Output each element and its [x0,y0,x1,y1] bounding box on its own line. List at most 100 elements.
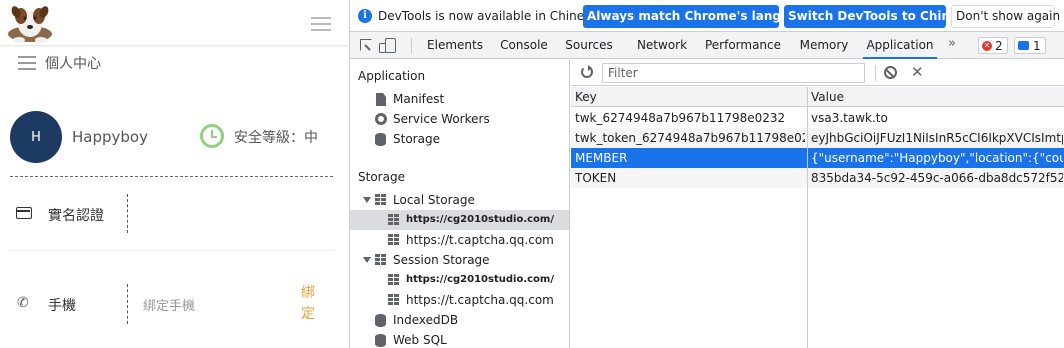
phone-input[interactable]: 綁定手機 [143,295,195,314]
clear-all-icon[interactable] [884,66,897,79]
column-header-value[interactable]: Value [811,87,1063,106]
language-infobar: i DevTools is now available in Chinese! … [350,0,1064,32]
menu-title: 個人中心 [45,56,101,72]
document-icon [376,93,386,106]
table-icon [388,214,400,225]
divider [411,38,412,54]
table-icon [388,234,400,245]
expand-arrow-icon[interactable] [363,257,371,263]
table-row[interactable]: twk_token_6274948a7b967b11798e0232 eyJhb… [571,128,1064,148]
tab-elements[interactable]: Elements [422,32,488,59]
devtools-panel: i DevTools is now available in Chinese! … [350,0,1064,348]
error-icon: ✕ [982,40,992,51]
table-icon [388,294,400,305]
table-icon [375,254,387,265]
table-row[interactable]: TOKEN 835bda34-5c92-459c-a066-dba8dc572f… [571,168,1064,188]
database-icon [375,314,386,327]
sidebar-item-session-origin[interactable]: https://cg2010studio.com/ [350,270,569,290]
tab-network[interactable]: Network [633,32,691,59]
sidebar-item-label: Service Workers [393,112,490,126]
identity-verification-row[interactable]: 實名認證 [10,192,333,234]
divider [10,176,333,177]
sidebar-item-manifest[interactable]: Manifest [350,89,569,109]
sidebar-item-session-storage[interactable]: Session Storage [350,250,569,270]
sidebar-item-local-origin[interactable]: https://cg2010studio.com/ [350,210,569,230]
sidebar-item-local-storage[interactable]: Local Storage [350,190,569,210]
sidebar-item-websql[interactable]: Web SQL [350,330,569,348]
sidebar-item-label: Manifest [393,92,445,106]
sidebar-item-label: https://cg2010studio.com/ [406,274,554,285]
sidebar-item-label: Storage [393,132,440,146]
expand-arrow-icon[interactable] [363,197,371,203]
profile-section: H Happyboy 安全等級：中 [10,111,340,163]
device-toolbar-icon[interactable] [379,38,396,53]
security-level: 安全等級：中 [234,130,318,146]
inspect-element-icon[interactable] [360,39,372,51]
dont-show-again-button[interactable]: Don't show again [951,5,1060,28]
sidebar-item-label: Session Storage [393,253,490,267]
row-key: TOKEN [575,171,617,185]
clock-icon [200,124,224,148]
message-icon [1018,41,1029,50]
personal-center-menu[interactable]: 個人中心 [18,55,101,72]
column-divider[interactable] [807,87,808,348]
phone-icon: ✆ [17,295,29,311]
username: Happyboy [72,128,148,146]
application-sidebar: Application Manifest Service Workers Sto… [350,60,570,348]
table-icon [388,274,400,285]
tab-memory[interactable]: Memory [796,32,852,59]
sidebar-item-label: https://t.captcha.qq.com [406,293,554,307]
table-icon [375,194,387,205]
database-icon [375,334,386,347]
message-count: 1 [1033,38,1041,53]
tab-application[interactable]: Application [863,32,937,59]
tab-performance[interactable]: Performance [702,32,784,59]
row-value: {"username":"Happyboy","location":{"coun… [811,151,1063,165]
tab-sources[interactable]: Sources [563,32,615,59]
divider [127,194,128,233]
menu-icon [18,56,36,70]
message-count-badge[interactable]: 1 [1014,37,1046,54]
divider [875,65,876,81]
sidebar-item-service-workers[interactable]: Service Workers [350,109,569,129]
sidebar-item-label: IndexedDB [393,313,459,327]
gear-icon [375,113,387,125]
column-header-key[interactable]: Key [575,87,805,106]
header-menu-icon[interactable] [311,17,331,35]
sidebar-item-indexeddb[interactable]: IndexedDB [350,310,569,330]
infobar-message: DevTools is now available in Chinese! [378,9,603,23]
info-icon: i [358,9,372,23]
row-value: eyJhbGciOiJFUzI1NiIsInR5cCI6IkpXVCIsImtp… [811,131,1063,145]
storage-table: Key Value twk_6274948a7b967b11798e0232 v… [571,87,1064,348]
avatar: H [10,111,62,163]
sidebar-item-session-origin[interactable]: https://t.captcha.qq.com [350,290,569,310]
refresh-icon[interactable] [581,65,593,78]
error-count-badge[interactable]: ✕ 2 [978,37,1008,54]
switch-language-button[interactable]: Switch DevTools to Chinese [784,5,973,28]
sidebar-item-local-origin[interactable]: https://t.captcha.qq.com [350,230,569,250]
table-row[interactable]: MEMBER {"username":"Happyboy","location"… [571,148,1064,168]
dog-logo-image [3,0,57,44]
credit-card-icon [16,207,32,219]
delete-icon[interactable]: ✕ [911,63,924,81]
mobile-app-panel: 個人中心 H Happyboy 安全等級：中 實名認證 ✆ 手機 綁定手機 綁定 [0,0,349,348]
storage-toolbar: ✕ [571,60,1064,86]
phone-row: ✆ 手機 綁定手機 綁定 [10,250,333,338]
row-value: vsa3.tawk.to [811,111,888,125]
row-key: twk_6274948a7b967b11798e0232 [575,111,786,125]
match-language-button[interactable]: Always match Chrome's language [583,5,814,28]
table-header: Key Value [571,87,1064,107]
tab-console[interactable]: Console [498,32,550,59]
error-count: 2 [995,38,1003,53]
filter-input[interactable] [602,63,865,83]
app-header [0,0,349,46]
storage-viewer: ✕ Key Value twk_6274948a7b967b11798e0232… [571,60,1064,348]
sidebar-item-label: Web SQL [393,333,447,347]
database-icon [375,133,386,146]
table-row[interactable]: twk_6274948a7b967b11798e0232 vsa3.tawk.t… [571,108,1064,128]
more-tabs-icon[interactable]: » [948,36,956,51]
bind-phone-button[interactable]: 綁定 [300,283,316,325]
sidebar-item-storage[interactable]: Storage [350,129,569,149]
sidebar-item-label: https://t.captcha.qq.com [406,233,554,247]
row-key: twk_token_6274948a7b967b11798e0232 [575,131,805,145]
